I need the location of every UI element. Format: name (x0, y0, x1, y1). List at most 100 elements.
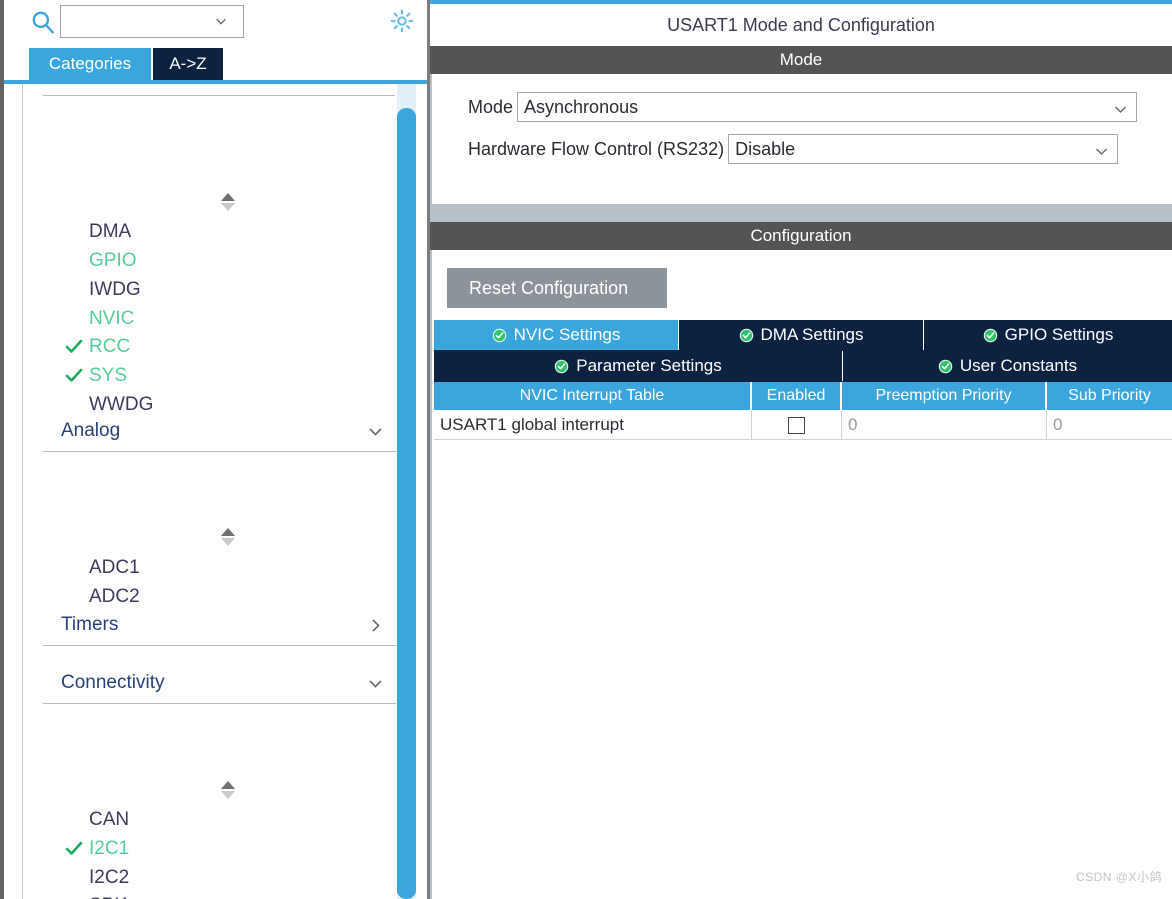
cell-preemption-priority[interactable]: 0 (842, 410, 1047, 440)
tree-item-i2c2[interactable]: I2C2 (43, 863, 396, 892)
scroll-spinner-system[interactable] (219, 191, 237, 213)
tab-dma-settings[interactable]: DMA Settings (679, 320, 924, 350)
reset-configuration-label: Reset Configuration (469, 277, 629, 298)
cell-interrupt-name: USART1 global interrupt (434, 410, 752, 440)
column-label: Preemption Priority (875, 387, 1012, 404)
page-title-label: USART1 Mode and Configuration (667, 14, 935, 35)
tree-item-label: SPI1 (89, 895, 130, 899)
hardware-flow-control-label: Hardware Flow Control (RS232) (468, 138, 725, 159)
tree-item-label: CAN (89, 808, 130, 830)
mode-label: Mode (468, 96, 514, 117)
green-check-circle-icon (492, 328, 507, 343)
tree-item-gpio[interactable]: GPIO (43, 246, 396, 275)
tree-item-label: I2C1 (89, 837, 130, 859)
group-header-label: Timers (61, 613, 119, 635)
page-title: USART1 Mode and Configuration (430, 4, 1172, 46)
search-icon (30, 9, 56, 35)
check-icon (65, 367, 83, 384)
tree-item-nvic[interactable]: NVIC (43, 304, 396, 333)
tree-item-spi1[interactable]: SPI1 (43, 891, 396, 899)
green-check-circle-icon (739, 328, 754, 343)
tab-a-to-z[interactable]: A->Z (153, 48, 223, 80)
tree-item-label: IWDG (89, 278, 141, 300)
component-tree[interactable]: DMA GPIO IWDG NVIC RCC SYS WWDG Analog A… (22, 84, 416, 899)
tab-parameter-settings-label: Parameter Settings (576, 356, 722, 375)
sidebar-scrollbar-thumb[interactable] (397, 108, 416, 899)
tree-item-label: RCC (89, 335, 131, 357)
tab-nvic-settings[interactable]: NVIC Settings (434, 320, 679, 350)
group-divider-system (43, 95, 395, 96)
tab-user-constants-label: User Constants (959, 356, 1078, 375)
column-label: NVIC Interrupt Table (519, 387, 665, 404)
green-check-circle-icon (938, 359, 953, 374)
green-check-circle-icon (554, 359, 569, 374)
scroll-spinner-connectivity[interactable] (219, 779, 237, 801)
search-row (4, 0, 427, 48)
configuration-panel: USART1 Mode and Configuration Mode Mode … (430, 0, 1172, 899)
tree-item-dma[interactable]: DMA (43, 217, 396, 246)
check-icon (65, 840, 83, 857)
column-header-enabled[interactable]: Enabled (752, 382, 842, 410)
configuration-tabstrip: NVIC Settings DMA Settings GPIO Settings… (434, 320, 1172, 382)
tree-item-iwdg[interactable]: IWDG (43, 275, 396, 304)
search-input[interactable] (60, 5, 244, 38)
configuration-section-body: Reset Configuration NVIC Settings DMA Se… (432, 250, 1172, 899)
column-header-preemption-priority[interactable]: Preemption Priority (842, 382, 1047, 410)
green-check-circle-icon (983, 328, 998, 343)
component-list-panel: Categories A->Z DMA GPIO IWDG NVIC RCC S… (0, 0, 430, 899)
hardware-flow-control-select[interactable]: Disable (728, 134, 1119, 164)
sidebar-tabs: Categories A->Z (4, 48, 427, 84)
tab-parameter-settings[interactable]: Parameter Settings (434, 351, 843, 381)
chevron-down-icon (1094, 143, 1109, 158)
stm32cubemx-pinout-configuration-window: Categories A->Z DMA GPIO IWDG NVIC RCC S… (0, 0, 1172, 899)
chevron-down-icon (1113, 101, 1128, 116)
tree-item-label: I2C2 (89, 866, 130, 888)
column-header-nvic-interrupt-table[interactable]: NVIC Interrupt Table (434, 382, 752, 410)
table-header-row: NVIC Interrupt Table Enabled Preemption … (434, 382, 1172, 410)
tab-gpio-settings[interactable]: GPIO Settings (924, 320, 1172, 350)
cell-label: 0 (848, 415, 858, 434)
enabled-checkbox[interactable] (788, 416, 805, 434)
tab-categories-label: Categories (48, 54, 132, 73)
chevron-down-icon (367, 675, 384, 692)
section-gutter (430, 204, 1172, 222)
field-row-mode: Mode Asynchronous (468, 92, 1138, 122)
chevron-right-icon (367, 617, 384, 634)
section-band-mode: Mode (430, 46, 1172, 74)
tree-item-label: DMA (89, 220, 132, 242)
reset-configuration-button[interactable]: Reset Configuration (447, 268, 667, 308)
nvic-interrupt-table: NVIC Interrupt Table Enabled Preemption … (434, 382, 1172, 440)
group-header-timers[interactable]: Timers (43, 604, 396, 646)
scroll-spinner-analog[interactable] (219, 526, 237, 548)
tab-categories[interactable]: Categories (29, 48, 151, 80)
tree-item-rcc[interactable]: RCC (43, 332, 396, 361)
tree-item-i2c1[interactable]: I2C1 (43, 834, 396, 863)
watermark: CSDN @X小鸽 (1076, 868, 1162, 885)
check-icon (65, 338, 83, 355)
chevron-down-icon (367, 423, 384, 440)
group-header-connectivity[interactable]: Connectivity (43, 662, 396, 704)
section-band-configuration: Configuration (430, 222, 1172, 250)
group-header-label: Connectivity (61, 671, 165, 693)
gear-icon[interactable] (389, 8, 415, 34)
column-label: Sub Priority (1068, 387, 1151, 404)
cell-sub-priority[interactable]: 0 (1047, 410, 1172, 440)
cell-label: USART1 global interrupt (440, 415, 624, 434)
table-row[interactable]: USART1 global interrupt 0 0 (434, 410, 1172, 440)
cell-enabled[interactable] (752, 410, 842, 440)
tree-item-can[interactable]: CAN (43, 805, 396, 834)
column-header-sub-priority[interactable]: Sub Priority (1047, 382, 1172, 410)
mode-section-body: Mode Asynchronous Hardware Flow Control … (432, 74, 1172, 204)
tree-item-sys[interactable]: SYS (43, 361, 396, 390)
mode-select-value: Asynchronous (524, 96, 639, 117)
mode-select[interactable]: Asynchronous (517, 92, 1138, 122)
tab-user-constants[interactable]: User Constants (843, 351, 1172, 381)
column-label: Enabled (766, 387, 826, 404)
section-band-configuration-label: Configuration (750, 226, 852, 245)
watermark-label: CSDN @X小鸽 (1075, 870, 1162, 884)
tab-nvic-settings-label: NVIC Settings (513, 325, 621, 344)
tree-item-adc1[interactable]: ADC1 (43, 553, 396, 582)
tree-item-label: NVIC (89, 307, 135, 329)
tree-item-label: SYS (89, 364, 128, 386)
group-header-analog[interactable]: Analog (43, 410, 396, 452)
